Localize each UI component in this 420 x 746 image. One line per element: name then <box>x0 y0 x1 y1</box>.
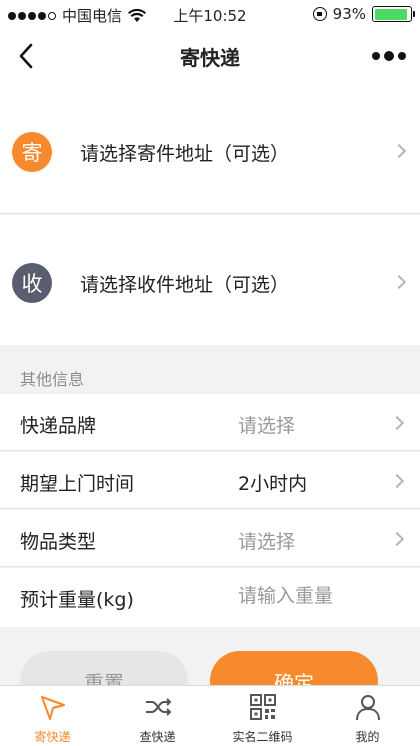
item-type-value: 请选择 <box>238 531 296 553</box>
battery-fill <box>374 8 408 20</box>
receiver-badge: 收 <box>12 263 52 303</box>
battery-icon <box>372 6 415 22</box>
pickup-time-row[interactable]: 期望上门时间 2小时内 <box>0 452 420 509</box>
weight-row: 预计重量(kg) <box>0 568 420 627</box>
receiver-address-row[interactable]: 收 请选择收件地址（可选） <box>0 215 420 345</box>
tab-label: 实名二维码 <box>232 730 293 744</box>
more-button[interactable] <box>370 42 408 70</box>
chevron-right-icon <box>389 415 405 431</box>
shuffle-icon <box>145 698 171 716</box>
chevron-right-icon <box>389 473 405 489</box>
chevron-right-icon <box>389 531 405 547</box>
section-title: 其他信息 <box>20 370 85 389</box>
person-icon <box>355 695 380 721</box>
status-bar: 中国电信 上午10:52 93% <box>0 0 420 28</box>
more-dot-icon <box>398 52 406 60</box>
paper-plane-icon <box>40 696 65 720</box>
tab-track-express[interactable]: 查快递 <box>105 686 210 746</box>
item-type-label: 物品类型 <box>20 531 97 553</box>
item-type-row[interactable]: 物品类型 请选择 <box>0 510 420 567</box>
tab-label: 我的 <box>355 730 380 744</box>
pickup-time-value: 2小时内 <box>238 473 308 495</box>
chevron-right-icon <box>391 274 407 290</box>
sender-address-row[interactable]: 寄 请选择寄件地址（可选） <box>0 84 420 214</box>
confirm-button[interactable]: 确定 <box>210 651 378 685</box>
pickup-time-label: 期望上门时间 <box>20 473 135 495</box>
more-dot-icon <box>384 51 394 61</box>
rotation-lock-icon <box>312 7 327 21</box>
tab-bar: 寄快递 查快递 实名二维码 我的 <box>0 685 420 746</box>
other-info-header: 其他信息 <box>0 346 420 394</box>
tab-qr-code[interactable]: 实名二维码 <box>210 686 315 746</box>
express-brand-label: 快递品牌 <box>20 415 97 437</box>
battery-percent: 93% <box>332 5 366 23</box>
tab-label: 寄快递 <box>34 730 71 744</box>
status-right: 93% <box>312 5 415 23</box>
reset-button[interactable]: 重置 <box>20 651 188 685</box>
page-title: 寄快递 <box>180 46 240 70</box>
tab-label: 查快递 <box>139 730 176 744</box>
weight-input[interactable] <box>238 582 398 610</box>
sender-badge: 寄 <box>12 132 52 172</box>
express-brand-value: 请选择 <box>238 415 296 437</box>
express-brand-row[interactable]: 快递品牌 请选择 <box>0 394 420 451</box>
more-dot-icon <box>372 52 380 60</box>
tab-send-express[interactable]: 寄快递 <box>0 686 105 746</box>
weight-label: 预计重量(kg) <box>20 589 134 611</box>
nav-bar: 寄快递 <box>0 28 420 84</box>
action-bar: 重置 确定 <box>0 627 420 685</box>
receiver-address-label: 请选择收件地址（可选） <box>80 274 290 296</box>
qr-code-icon <box>249 694 276 720</box>
sender-address-label: 请选择寄件地址（可选） <box>80 143 290 165</box>
tab-mine[interactable]: 我的 <box>315 686 420 746</box>
chevron-right-icon <box>391 143 407 159</box>
